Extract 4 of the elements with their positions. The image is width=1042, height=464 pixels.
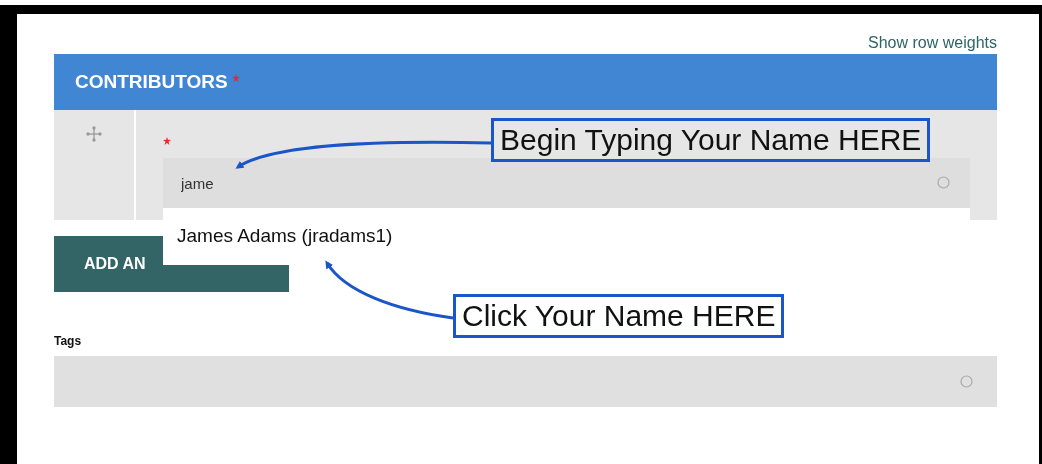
tags-label: Tags — [54, 333, 83, 350]
section-title: CONTRIBUTORS — [75, 69, 228, 94]
callout-note: Begin Typing Your Name HERE — [491, 118, 931, 162]
callout-note: Click Your Name HERE — [453, 294, 785, 338]
